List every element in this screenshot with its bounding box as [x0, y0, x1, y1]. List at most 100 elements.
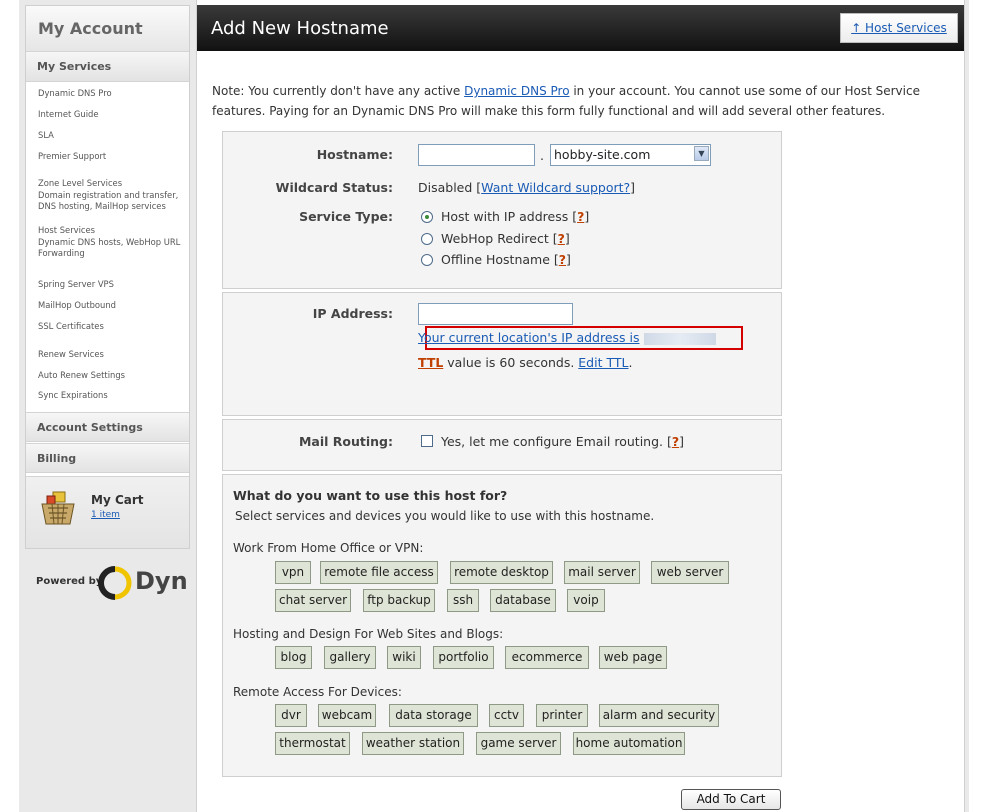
page-header: Add New Hostname ↑ Host Services [197, 5, 964, 51]
wildcard-status-value: Disabled [418, 180, 473, 195]
current-ip-link[interactable]: Your current location's IP address is [418, 330, 716, 345]
tag-blog[interactable]: blog [275, 646, 312, 669]
tag-web-page[interactable]: web page [599, 646, 667, 669]
sidebar-title: My Account [26, 6, 189, 52]
wildcard-support-link[interactable]: Want Wildcard support? [481, 180, 630, 195]
tag-ecommerce[interactable]: ecommerce [505, 646, 589, 669]
radio-offline-hostname[interactable] [421, 254, 433, 266]
mail-routing-checkbox-label: Yes, let me configure Email routing. [441, 434, 663, 449]
tag-remote-file-access[interactable]: remote file access [320, 561, 438, 584]
service-type-option-label: WebHop Redirect [441, 231, 549, 246]
wildcard-status-label: Wildcard Status: [275, 180, 393, 195]
tag-printer[interactable]: printer [536, 704, 588, 727]
service-type-option-label: Offline Hostname [441, 252, 550, 267]
sidebar-item-spring-server-vps[interactable]: Spring Server VPS [38, 279, 114, 291]
chevron-down-icon: ▼ [694, 146, 709, 161]
sidebar-item-sync-expirations[interactable]: Sync Expirations [38, 390, 108, 402]
tag-data-storage[interactable]: data storage [389, 704, 478, 727]
service-type-option: WebHop Redirect [?] [441, 231, 570, 246]
sidebar-item-ssl-certificates[interactable]: SSL Certificates [38, 321, 104, 333]
ttl-info: TTL value is 60 seconds. Edit TTL. [418, 355, 633, 370]
sidebar-section-my-services[interactable]: My Services [26, 52, 189, 82]
mail-routing-option: Yes, let me configure Email routing. [?] [441, 434, 685, 449]
mail-routing-label: Mail Routing: [298, 434, 393, 449]
tag-weather-station[interactable]: weather station [362, 732, 464, 755]
account-note: Note: You currently don't have any activ… [212, 81, 952, 121]
tag-web-server[interactable]: web server [651, 561, 729, 584]
uses-title: What do you want to use this host for? [233, 488, 508, 503]
host-services-link[interactable]: ↑ Host Services [840, 13, 958, 43]
tag-database[interactable]: database [490, 589, 556, 612]
service-type-label: Service Type: [299, 209, 393, 224]
tag-alarm-and-security[interactable]: alarm and security [599, 704, 719, 727]
current-ip-text[interactable]: Your current location's IP address is [418, 330, 640, 345]
tag-mail-server[interactable]: mail server [564, 561, 640, 584]
tag-home-automation[interactable]: home automation [573, 732, 685, 755]
sidebar-item-renew-services[interactable]: Renew Services [38, 349, 104, 361]
tag-chat-server[interactable]: chat server [275, 589, 351, 612]
sidebar-item-host-services[interactable]: Host Services Dynamic DNS hosts, WebHop … [38, 225, 188, 260]
powered-by-dyn: Powered by Dyn [36, 566, 188, 600]
sidebar-section-billing[interactable]: Billing [26, 443, 189, 473]
ip-address-section: IP Address: Your current location's IP a… [222, 292, 782, 416]
ttl-text: value is 60 seconds. [443, 355, 579, 370]
sidebar: My Account My Services Dynamic DNS Pro I… [25, 5, 190, 549]
radio-host-with-ip[interactable] [421, 211, 433, 223]
add-to-cart-button[interactable]: Add To Cart [681, 789, 781, 810]
tag-ssh[interactable]: ssh [447, 589, 479, 612]
tag-cctv[interactable]: cctv [489, 704, 524, 727]
ip-address-input[interactable] [418, 303, 573, 325]
group-title-devices: Remote Access For Devices: [233, 685, 402, 699]
service-type-option: Host with IP address [?] [441, 209, 590, 224]
group-title-hosting: Hosting and Design For Web Sites and Blo… [233, 627, 504, 641]
sidebar-item-auto-renew-settings[interactable]: Auto Renew Settings [38, 370, 125, 382]
hostname-dot: . [540, 148, 544, 163]
tag-dvr[interactable]: dvr [275, 704, 307, 727]
domain-select[interactable]: hobby-site.com ▼ [550, 144, 711, 166]
service-type-option: Offline Hostname [?] [441, 252, 571, 267]
sidebar-section-account-settings[interactable]: Account Settings [26, 412, 189, 442]
tag-gallery[interactable]: gallery [324, 646, 376, 669]
sidebar-item-description: Domain registration and transfer, DNS ho… [38, 189, 179, 212]
tag-game-server[interactable]: game server [476, 732, 561, 755]
tag-wiki[interactable]: wiki [387, 646, 421, 669]
sidebar-item-description: Dynamic DNS hosts, WebHop URL Forwarding [38, 236, 181, 259]
host-uses-section: What do you want to use this host for? S… [222, 474, 782, 777]
hostname-input[interactable] [418, 144, 535, 166]
service-type-option-label: Host with IP address [441, 209, 569, 224]
sidebar-item-internet-guide[interactable]: Internet Guide [38, 109, 99, 121]
powered-by-label: Powered by [36, 576, 103, 587]
sidebar-item-sla[interactable]: SLA [38, 130, 54, 142]
dynamic-dns-pro-link[interactable]: Dynamic DNS Pro [464, 84, 569, 98]
redacted-ip [643, 332, 716, 345]
help-icon[interactable]: ? [558, 231, 565, 246]
my-cart: My Cart 1 item [26, 476, 189, 548]
mail-routing-section: Mail Routing: Yes, let me configure Emai… [222, 419, 782, 471]
help-icon[interactable]: ? [577, 209, 584, 224]
sidebar-item-premier-support[interactable]: Premier Support [38, 151, 106, 163]
tag-voip[interactable]: voip [567, 589, 605, 612]
help-icon[interactable]: ? [672, 434, 679, 449]
tag-webcam[interactable]: webcam [318, 704, 376, 727]
sidebar-item-zone-level-services[interactable]: Zone Level Services Domain registration … [38, 178, 188, 213]
ttl-label: TTL [418, 355, 444, 370]
mail-routing-checkbox[interactable] [421, 435, 433, 447]
tag-remote-desktop[interactable]: remote desktop [450, 561, 553, 584]
domain-selected-value: hobby-site.com [554, 147, 651, 162]
wildcard-status: Disabled [Want Wildcard support?] [418, 180, 636, 195]
sidebar-item-dynamic-dns-pro[interactable]: Dynamic DNS Pro [38, 88, 112, 100]
note-prefix: Note: You currently don't have any activ… [212, 84, 465, 98]
cart-items-link[interactable]: 1 item [91, 510, 120, 520]
dyn-brand: Dyn [135, 567, 188, 595]
tag-vpn[interactable]: vpn [275, 561, 311, 584]
group-title-vpn: Work From Home Office or VPN: [233, 541, 424, 555]
tag-thermostat[interactable]: thermostat [275, 732, 350, 755]
tag-portfolio[interactable]: portfolio [433, 646, 494, 669]
radio-webhop-redirect[interactable] [421, 233, 433, 245]
help-icon[interactable]: ? [559, 252, 566, 267]
sidebar-item-label: Host Services [38, 225, 96, 235]
edit-ttl-link[interactable]: Edit TTL [578, 355, 628, 370]
sidebar-item-mailhop-outbound[interactable]: MailHop Outbound [38, 300, 116, 312]
hostname-section: Hostname: . hobby-site.com ▼ Wildcard St… [222, 131, 782, 289]
tag-ftp-backup[interactable]: ftp backup [363, 589, 435, 612]
